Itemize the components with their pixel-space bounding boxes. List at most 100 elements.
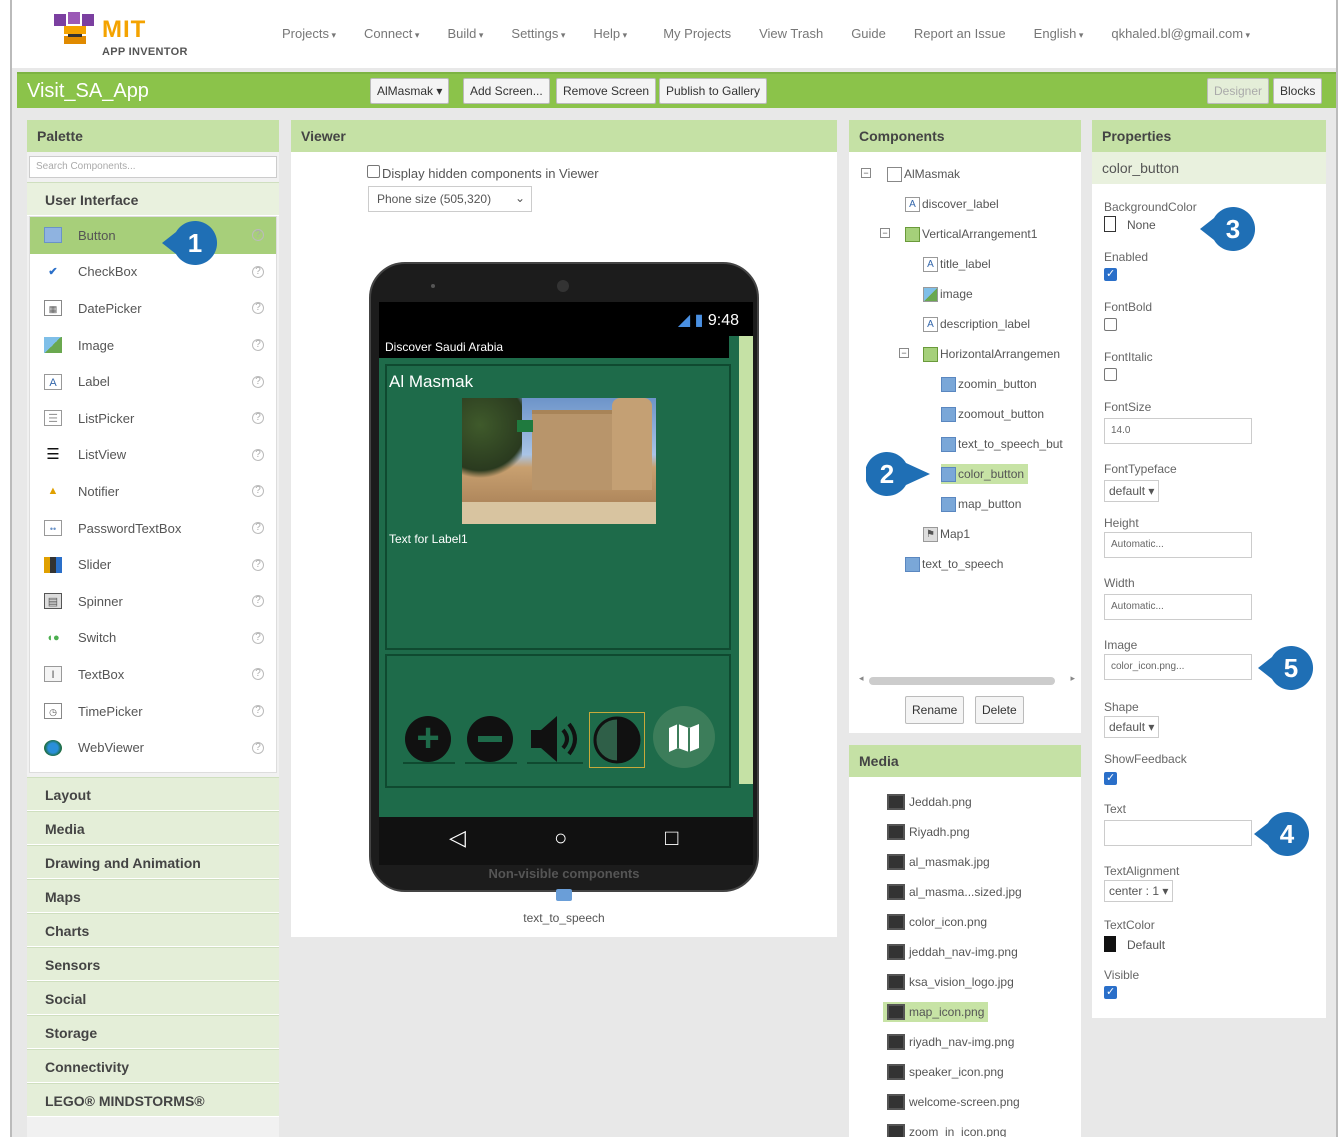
textalignment-select[interactable]: center : 1 ▾ xyxy=(1104,880,1174,902)
phone-size-select[interactable]: Phone size (505,320) ⌄ xyxy=(368,186,532,212)
palette-item-spinner[interactable]: ▤ Spinner? xyxy=(30,583,276,620)
tree-node-text-to-speech-button[interactable]: text_to_speech_but xyxy=(941,434,1063,454)
help-icon[interactable]: ? xyxy=(252,631,264,644)
media-item[interactable]: al_masma...sized.jpg xyxy=(849,877,1081,907)
tree-node-verticalarrangement1[interactable]: VerticalArrangement1 xyxy=(905,224,1037,244)
shape-select[interactable]: default ▾ xyxy=(1104,716,1160,738)
media-item[interactable]: zoom_in_icon.png xyxy=(849,1117,1081,1137)
scroll-left-icon[interactable]: ◂ xyxy=(859,673,864,684)
nav-help[interactable]: Help xyxy=(593,26,627,41)
help-icon[interactable]: ? xyxy=(252,339,264,352)
showfeedback-checkbox[interactable] xyxy=(1104,771,1117,785)
palette-item-slider[interactable]: Slider? xyxy=(30,546,276,583)
nav-view-trash[interactable]: View Trash xyxy=(759,26,823,41)
zoomout-button[interactable] xyxy=(465,714,517,764)
tree-node-map1[interactable]: ⚑ Map1 xyxy=(923,524,970,544)
category-connectivity[interactable]: Connectivity xyxy=(27,1049,279,1083)
scroll-right-icon[interactable]: ▸ xyxy=(1070,673,1075,684)
display-hidden-checkbox[interactable] xyxy=(367,165,380,178)
enabled-checkbox[interactable] xyxy=(1104,267,1117,281)
publish-gallery-button[interactable]: Publish to Gallery xyxy=(659,78,768,104)
nav-my-projects[interactable]: My Projects xyxy=(663,26,731,41)
tree-node-text-to-speech[interactable]: text_to_speech xyxy=(905,554,1003,574)
palette-item-label-component[interactable]: A Label? xyxy=(30,363,276,400)
category-sensors[interactable]: Sensors xyxy=(27,947,279,981)
palette-item-listpicker[interactable]: ☰ ListPicker? xyxy=(30,400,276,437)
height-input[interactable]: Automatic... xyxy=(1104,532,1252,558)
tree-horizontal-scrollbar[interactable]: ◂ ▸ xyxy=(859,673,1075,686)
rename-button[interactable]: Rename xyxy=(905,696,965,724)
help-icon[interactable]: ? xyxy=(252,375,264,388)
text-to-speech-button[interactable] xyxy=(527,714,583,764)
palette-item-datepicker[interactable]: ▦ DatePicker? xyxy=(30,290,276,327)
designer-button[interactable]: Designer xyxy=(1207,78,1270,104)
text-input[interactable] xyxy=(1104,820,1252,846)
image-input[interactable]: color_icon.png... xyxy=(1104,654,1252,680)
palette-item-image[interactable]: Image? xyxy=(30,327,276,364)
tree-node-color-button[interactable]: color_button xyxy=(941,464,1029,484)
add-screen-button[interactable]: Add Screen... xyxy=(463,78,550,104)
textcolor-value[interactable]: Default xyxy=(1127,938,1165,952)
nav-build[interactable]: Build xyxy=(447,26,483,41)
media-item[interactable]: riyadh_nav-img.png xyxy=(849,1027,1081,1057)
nav-report-issue[interactable]: Report an Issue xyxy=(914,26,1006,41)
help-icon[interactable]: ? xyxy=(252,595,264,608)
category-lego-mindstorms[interactable]: LEGO® MINDSTORMS® xyxy=(27,1083,279,1117)
tree-node-image[interactable]: image xyxy=(923,284,973,304)
help-icon[interactable]: ? xyxy=(252,522,264,535)
media-item[interactable]: speaker_icon.png xyxy=(849,1057,1081,1087)
backgroundcolor-value[interactable]: None xyxy=(1127,218,1156,232)
tree-node-almasmak[interactable]: AlMasmak xyxy=(887,164,960,184)
palette-item-listview[interactable]: ☰ ListView? xyxy=(30,437,276,474)
remove-screen-button[interactable]: Remove Screen xyxy=(556,78,657,104)
nav-projects[interactable]: Projects xyxy=(282,26,336,41)
tree-node-zoomout-button[interactable]: zoomout_button xyxy=(941,404,1044,424)
fontitalic-checkbox[interactable] xyxy=(1104,368,1117,381)
media-item[interactable]: color_icon.png xyxy=(849,907,1081,937)
category-drawing-animation[interactable]: Drawing and Animation xyxy=(27,845,279,879)
tree-node-title-label[interactable]: Atitle_label xyxy=(923,254,991,274)
collapse-toggle[interactable]: − xyxy=(880,228,890,238)
blocks-button[interactable]: Blocks xyxy=(1273,78,1323,104)
palette-item-passwordtextbox[interactable]: •• PasswordTextBox? xyxy=(30,510,276,547)
color-button[interactable] xyxy=(589,712,645,768)
fontbold-checkbox[interactable] xyxy=(1104,318,1117,331)
category-media[interactable]: Media xyxy=(27,811,279,845)
help-icon[interactable]: ? xyxy=(252,265,264,278)
tree-node-map-button[interactable]: map_button xyxy=(941,494,1021,514)
help-icon[interactable]: ? xyxy=(252,448,264,461)
nav-account[interactable]: qkhaled.bl@gmail.com xyxy=(1111,26,1250,41)
media-item[interactable]: welcome-screen.png xyxy=(849,1087,1081,1117)
category-charts[interactable]: Charts xyxy=(27,913,279,947)
media-item[interactable]: al_masmak.jpg xyxy=(849,847,1081,877)
tree-node-zoomin-button[interactable]: zoomin_button xyxy=(941,374,1037,394)
back-icon[interactable]: ◁ xyxy=(449,825,466,851)
collapse-toggle[interactable]: − xyxy=(861,168,871,178)
help-icon[interactable]: ? xyxy=(252,485,264,498)
color-swatch-default[interactable] xyxy=(1104,936,1116,952)
tree-node-horizontalarrangement[interactable]: HorizontalArrangemen xyxy=(923,344,1060,364)
palette-item-switch[interactable]: ◖● Switch? xyxy=(30,620,276,657)
media-item[interactable]: jeddah_nav-img.png xyxy=(849,937,1081,967)
map-button[interactable] xyxy=(653,706,715,768)
category-layout[interactable]: Layout xyxy=(27,777,279,811)
category-maps[interactable]: Maps xyxy=(27,879,279,913)
category-storage[interactable]: Storage xyxy=(27,1015,279,1049)
help-icon[interactable]: ? xyxy=(252,302,264,315)
palette-item-button[interactable]: Button? xyxy=(30,217,276,254)
help-icon[interactable]: ? xyxy=(252,705,264,718)
fonttypeface-select[interactable]: default ▾ xyxy=(1104,480,1160,502)
screen-select-button[interactable]: AlMasmak ▾ xyxy=(370,78,450,104)
nav-settings[interactable]: Settings xyxy=(511,26,565,41)
home-icon[interactable]: ○ xyxy=(554,825,567,851)
color-swatch-none[interactable] xyxy=(1104,216,1116,232)
palette-item-checkbox[interactable]: ✔ CheckBox? xyxy=(30,254,276,291)
palette-item-timepicker[interactable]: ◷ TimePicker? xyxy=(30,693,276,730)
width-input[interactable]: Automatic... xyxy=(1104,594,1252,620)
media-item[interactable]: ksa_vision_logo.jpg xyxy=(849,967,1081,997)
help-icon[interactable]: ? xyxy=(252,668,264,681)
nav-guide[interactable]: Guide xyxy=(851,26,886,41)
media-item[interactable]: Jeddah.png xyxy=(849,787,1081,817)
nav-language[interactable]: English xyxy=(1034,26,1084,41)
help-icon[interactable]: ? xyxy=(252,741,264,754)
